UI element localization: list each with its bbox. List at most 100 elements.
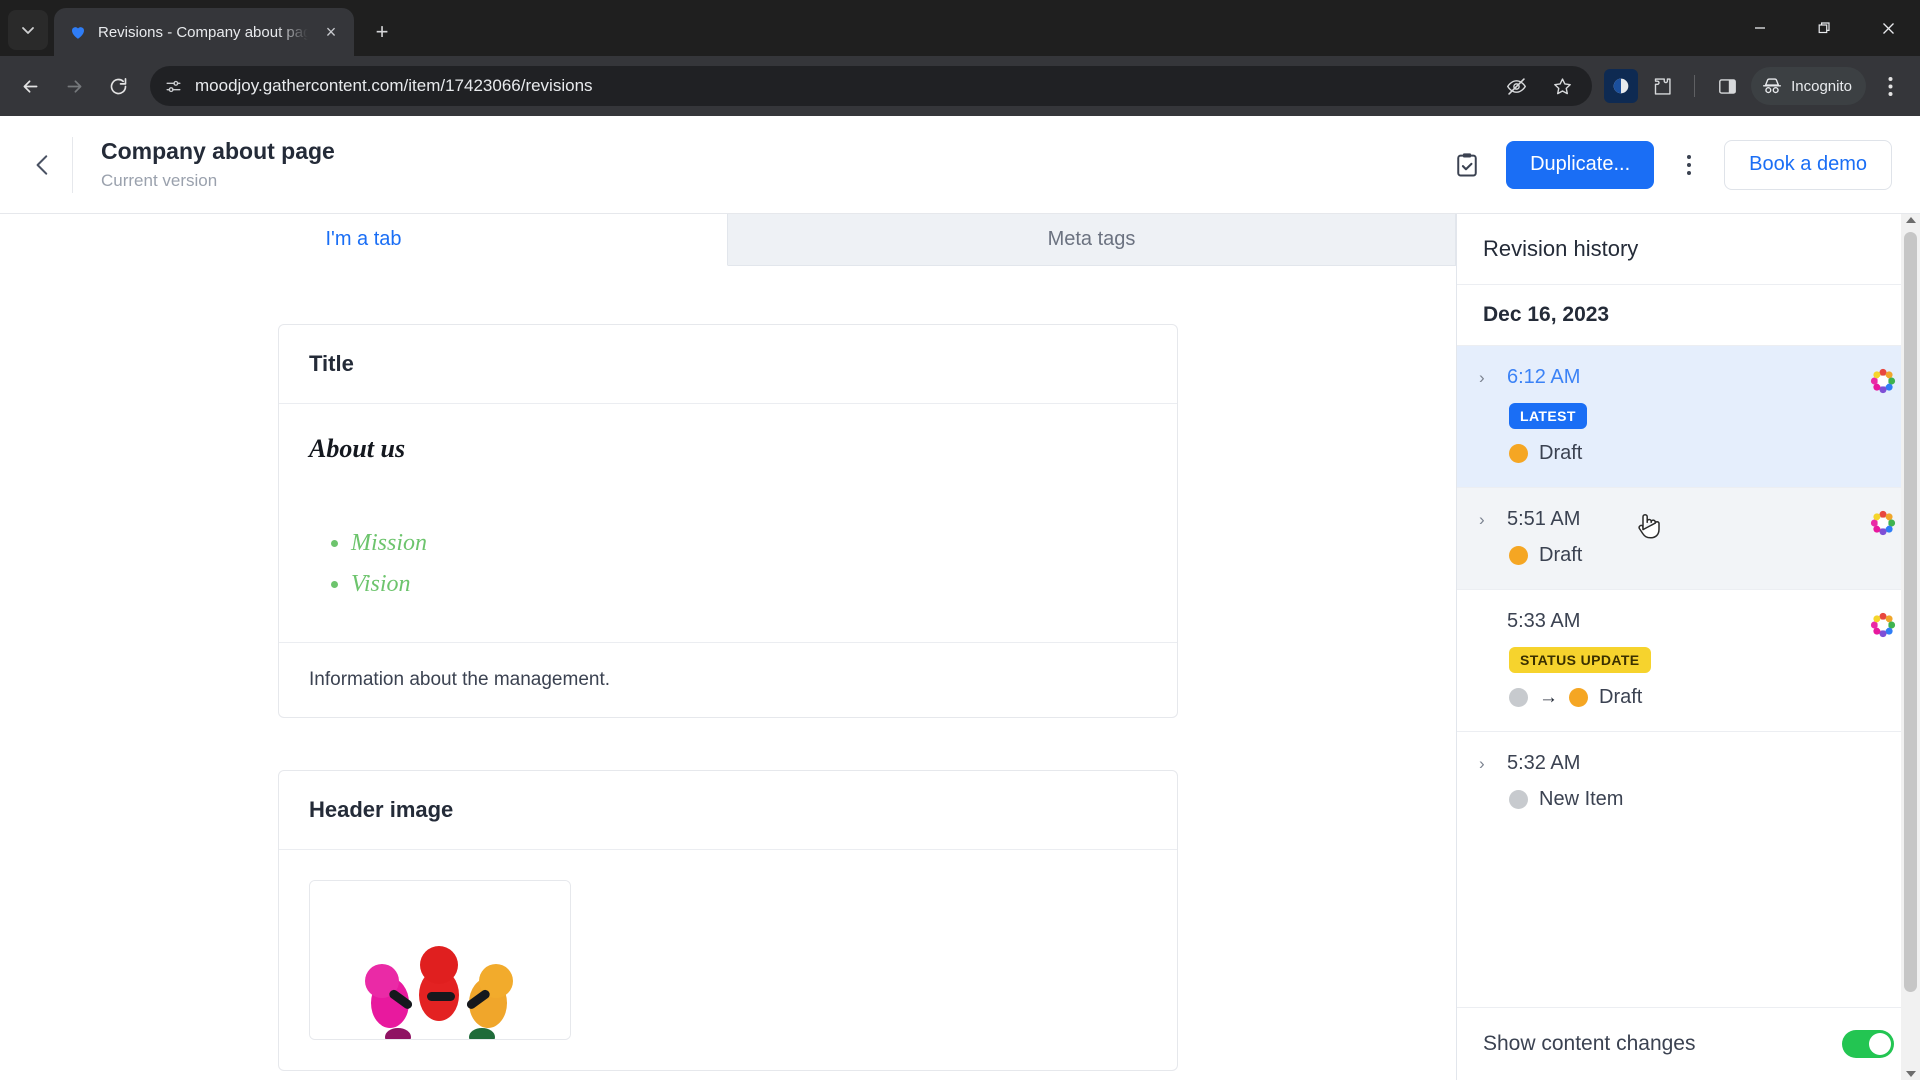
show-content-changes-label: Show content changes	[1483, 1032, 1696, 1055]
content-column: I'm a tab Meta tags Title About us Missi…	[0, 214, 1456, 1080]
card-footer-text: Information about the management.	[309, 669, 611, 690]
revision-header-row: › 5:33 AM	[1479, 610, 1894, 633]
tab-search-button[interactable]	[8, 10, 48, 50]
status-label: Draft	[1539, 544, 1583, 566]
revision-item[interactable]: › 5:51 AM Draft	[1457, 488, 1920, 590]
back-icon[interactable]	[10, 66, 50, 106]
image-thumbnail[interactable]	[309, 880, 571, 1040]
field-card-header-image: Header image	[278, 770, 1178, 1071]
status-dot-draft	[1509, 444, 1528, 463]
bookmark-star-icon[interactable]	[1542, 66, 1582, 106]
web-page: Company about page Current version Dupli…	[0, 116, 1920, 1080]
incognito-label: Incognito	[1791, 77, 1852, 95]
panel-title: Revision history	[1483, 236, 1639, 261]
arrow-right-icon: →	[1539, 686, 1558, 708]
tab-meta-tags[interactable]: Meta tags	[728, 214, 1456, 266]
revision-status-row: New Item	[1509, 788, 1894, 811]
card-header: Header image	[279, 771, 1177, 850]
chevron-right-icon[interactable]: ›	[1479, 510, 1497, 530]
address-bar[interactable]: moodjoy.gathercontent.com/item/17423066/…	[150, 66, 1593, 106]
revision-time: 5:32 AM	[1507, 752, 1581, 774]
status-badge: STATUS UPDATE	[1509, 647, 1651, 673]
revision-item[interactable]: › 5:33 AM STATUS UPDATE →	[1457, 590, 1920, 732]
status-label: Draft	[1599, 686, 1643, 708]
address-bar-url: moodjoy.gathercontent.com/item/17423066/…	[195, 76, 593, 95]
show-content-changes-toggle[interactable]	[1842, 1030, 1894, 1058]
extensions-puzzle-icon[interactable]	[1642, 66, 1682, 106]
revision-header-row: › 5:32 AM	[1479, 752, 1894, 775]
card-title: Title	[309, 351, 354, 376]
card-header: Title	[279, 325, 1177, 404]
browser-tabstrip: Revisions - Company about pag × +	[0, 0, 1920, 56]
chevron-right-icon[interactable]: ›	[1479, 754, 1497, 774]
revision-header-row: › 5:51 AM	[1479, 508, 1894, 531]
rich-text-body[interactable]: About us Mission Vision	[279, 404, 1177, 643]
eye-slash-icon[interactable]	[1496, 66, 1536, 106]
status-dot-draft	[1569, 688, 1588, 707]
revision-item[interactable]: › 6:12 AM LATEST Draft	[1457, 346, 1920, 488]
content-scroll-area[interactable]: Title About us Mission Vision Informatio…	[0, 266, 1456, 1080]
revision-history-panel: Revision history Dec 16, 2023 › 6:12 AM	[1456, 214, 1920, 1080]
revision-status-row: → Draft	[1509, 686, 1894, 709]
status-dot-new-item	[1509, 790, 1528, 809]
book-a-demo-button[interactable]: Book a demo	[1724, 139, 1892, 190]
side-panel-icon[interactable]	[1707, 66, 1747, 106]
revision-list[interactable]: › 6:12 AM LATEST Draft › 5:51 AM Draft 5…	[1457, 346, 1920, 1007]
window-maximize-icon[interactable]	[1792, 0, 1856, 56]
site-settings-icon[interactable]	[164, 77, 183, 96]
forward-icon[interactable]	[54, 66, 94, 106]
incognito-profile-button[interactable]: Incognito	[1751, 67, 1866, 105]
tab-im-a-tab[interactable]: I'm a tab	[0, 214, 728, 266]
reload-icon[interactable]	[98, 66, 138, 106]
scroll-down-arrow-icon[interactable]	[1906, 1071, 1916, 1077]
chevron-right-icon[interactable]: ›	[1479, 368, 1497, 388]
extension-icon-1[interactable]	[1604, 69, 1639, 103]
page-title: Company about page	[101, 138, 335, 164]
colorful-people-illustration-icon	[310, 881, 570, 1039]
tab-close-icon[interactable]: ×	[318, 19, 344, 45]
rich-text-bullet-list: Mission Vision	[351, 530, 1147, 598]
card-title: Header image	[309, 797, 454, 822]
scroll-up-arrow-icon[interactable]	[1906, 217, 1916, 223]
window-minimize-icon[interactable]	[1728, 0, 1792, 56]
window-close-icon[interactable]	[1856, 0, 1920, 56]
rosette-avatar-icon	[1870, 612, 1896, 638]
status-label: Draft	[1539, 442, 1583, 464]
image-body	[279, 850, 1177, 1070]
revision-time: 5:33 AM	[1507, 610, 1581, 632]
revision-date-group: Dec 16, 2023	[1457, 285, 1920, 346]
revision-status-row: Draft	[1509, 544, 1894, 567]
revision-header-row: › 6:12 AM	[1479, 366, 1894, 389]
content-tabs: I'm a tab Meta tags	[0, 214, 1456, 266]
duplicate-button[interactable]: Duplicate...	[1506, 140, 1655, 189]
page-body: I'm a tab Meta tags Title About us Missi…	[0, 214, 1920, 1080]
revision-item[interactable]: › 5:32 AM New Item	[1457, 732, 1920, 833]
status-label: New Item	[1539, 788, 1624, 810]
browser-tab[interactable]: Revisions - Company about pag ×	[54, 8, 354, 56]
list-item: Mission	[351, 530, 1147, 557]
status-dot-previous	[1509, 688, 1528, 707]
browser-window: Revisions - Company about pag × + moodjo…	[0, 0, 1920, 1080]
toolbar-divider	[1694, 75, 1696, 97]
revision-time: 6:12 AM	[1507, 366, 1581, 388]
scrollbar-thumb[interactable]	[1904, 232, 1917, 992]
revision-date-label: Dec 16, 2023	[1483, 303, 1610, 326]
page-subtitle: Current version	[101, 171, 218, 190]
header-titles: Company about page Current version	[101, 138, 335, 191]
panel-header: Revision history	[1457, 214, 1920, 285]
tab-title: Revisions - Company about pag	[98, 23, 308, 41]
app-header: Company about page Current version Dupli…	[0, 116, 1920, 214]
more-options-button[interactable]	[1676, 145, 1702, 185]
panel-footer: Show content changes	[1457, 1007, 1920, 1080]
browser-menu-icon[interactable]	[1870, 66, 1910, 106]
panel-scrollbar[interactable]	[1901, 214, 1920, 1080]
list-item: Vision	[351, 571, 1147, 598]
tab-favicon-gathercontent-icon	[68, 22, 88, 42]
back-chevron-icon[interactable]	[20, 142, 66, 188]
clipboard-check-icon[interactable]	[1450, 148, 1484, 182]
new-tab-button[interactable]: +	[364, 14, 400, 50]
rosette-avatar-icon	[1870, 368, 1896, 394]
header-actions: Duplicate... Book a demo	[1450, 139, 1892, 190]
status-badge: LATEST	[1509, 403, 1587, 429]
browser-toolbar: moodjoy.gathercontent.com/item/17423066/…	[0, 56, 1920, 116]
